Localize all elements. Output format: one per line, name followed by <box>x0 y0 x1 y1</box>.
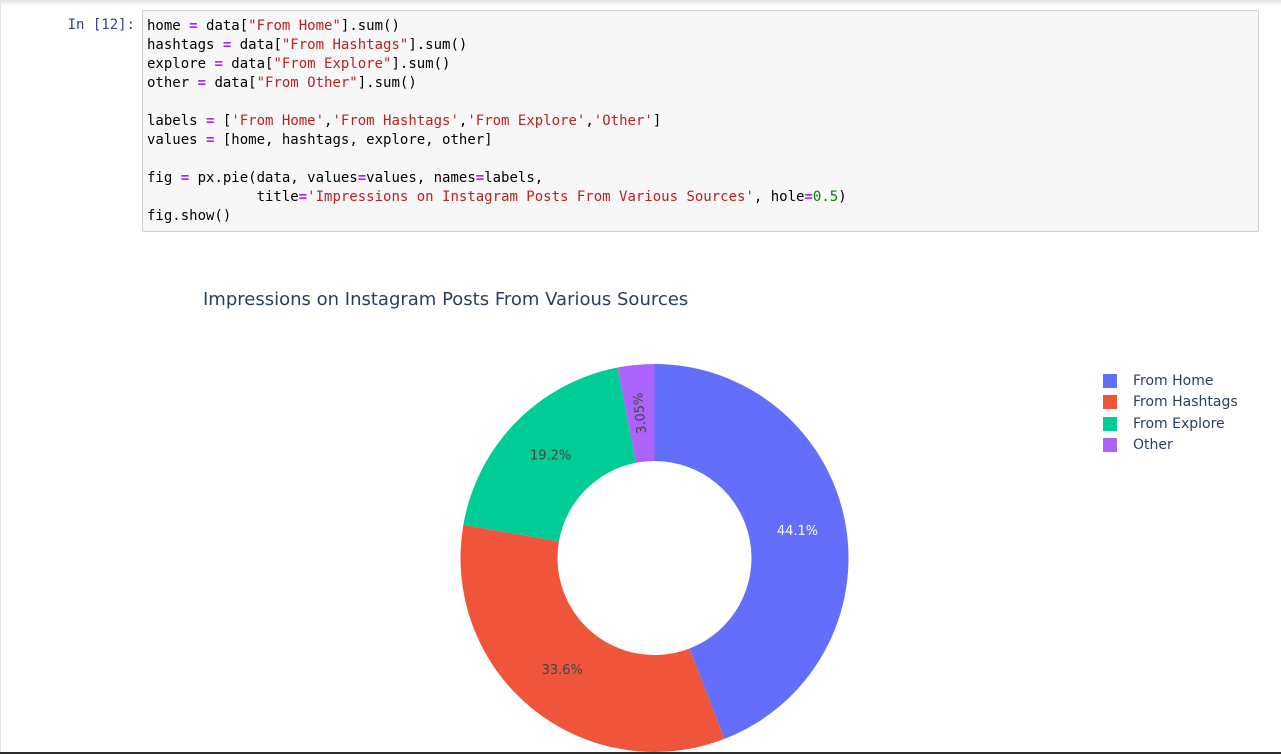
legend-swatch <box>1103 416 1117 431</box>
legend-swatch <box>1103 395 1117 410</box>
legend-item[interactable]: Other <box>1103 435 1238 457</box>
donut-chart: 44.1%33.6%19.2%3.05% <box>460 364 849 752</box>
legend-label: Other <box>1133 437 1173 454</box>
slice-label: 19.2% <box>530 449 571 464</box>
legend-item[interactable]: From Hashtags <box>1103 392 1238 414</box>
legend-item[interactable]: From Home <box>1103 370 1238 392</box>
chart-legend[interactable]: From Home From Hashtags From Explore Other <box>1103 370 1238 456</box>
slice-label: 33.6% <box>542 663 583 678</box>
legend-item[interactable]: From Explore <box>1103 413 1238 435</box>
donut-slice-from-hashtags[interactable] <box>460 524 725 752</box>
legend-label: From Explore <box>1133 415 1225 432</box>
legend-label: From Hashtags <box>1133 394 1238 411</box>
legend-label: From Home <box>1133 372 1214 389</box>
legend-swatch <box>1103 438 1117 453</box>
slice-label: 44.1% <box>777 524 818 539</box>
legend-swatch <box>1103 373 1117 388</box>
